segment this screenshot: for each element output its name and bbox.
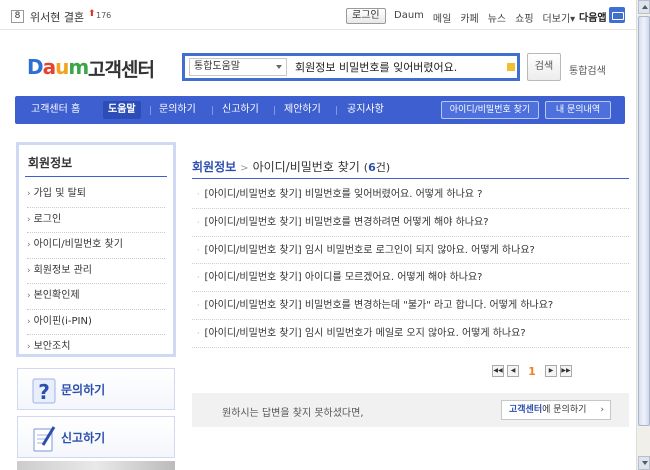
help-footer-text: 원하시는 답변을 찾지 못하셨다면, bbox=[222, 408, 364, 419]
bullet-icon: · bbox=[197, 245, 200, 255]
faq-item[interactable]: · [아이디/비밀번호 찾기] 아이디를 모르겠어요. 어떻게 해야 하나요? bbox=[192, 264, 629, 293]
top-link-cafe[interactable]: 카페 bbox=[460, 10, 478, 25]
chevron-down-icon bbox=[276, 65, 282, 69]
customer-center-title[interactable]: 고객센터 bbox=[88, 55, 155, 82]
breadcrumb-parent[interactable]: 회원정보 bbox=[192, 160, 236, 174]
sidebar-title: 회원정보 bbox=[28, 156, 73, 170]
bullet-icon: · bbox=[197, 190, 200, 199]
divider bbox=[25, 176, 167, 177]
chevron-right-icon: > bbox=[240, 163, 249, 174]
sidebar-item-security[interactable]: › 보안조치 bbox=[27, 335, 165, 361]
breadcrumb: 회원정보 > 아이디/비밀번호 찾기 (6건) bbox=[192, 158, 390, 175]
pencil-note-icon bbox=[33, 426, 56, 452]
top-link-news[interactable]: 뉴스 bbox=[488, 10, 506, 25]
sidebar-menu: 회원정보 › 가입 및 탈퇴 › 로그인 › 아이디/비밀번호 찾기 › 회원정보 관리… bbox=[16, 142, 176, 357]
nav-divider bbox=[150, 106, 151, 115]
nav-home[interactable]: 고객센터 홈 bbox=[31, 96, 80, 124]
help-footer: 원하시는 답변을 찾지 못하셨다면, 고객센터에 문의하기 › bbox=[192, 393, 629, 427]
page-title: 아이디/비밀번호 찾기 bbox=[252, 160, 360, 174]
app-icon[interactable] bbox=[609, 7, 625, 23]
divider bbox=[192, 178, 629, 179]
login-button[interactable]: 로그인 bbox=[346, 8, 386, 24]
top-bar: 8 위서현 결혼 ⬆ 176 로그인 Daum 메일 카페 뉴스 쇼핑 더보기▾… bbox=[0, 0, 636, 30]
chevron-right-icon: › bbox=[27, 291, 31, 301]
sidebar-item-login[interactable]: › 로그인 bbox=[27, 208, 165, 233]
report-card[interactable]: 신고하기 bbox=[17, 416, 175, 458]
chevron-right-icon: › bbox=[600, 405, 604, 415]
search-form: 통합도움말 bbox=[182, 53, 520, 81]
inquiry-card-label: 문의하기 bbox=[61, 383, 106, 397]
chevron-right-icon: › bbox=[27, 316, 31, 327]
faq-item[interactable]: · [아이디/비밀번호 찾기] 임시 비밀번호로 로그인이 되지 않아요. 어떻게… bbox=[192, 237, 629, 265]
nav-divider bbox=[274, 106, 275, 115]
last-page-icon[interactable]: ▶▶ bbox=[560, 365, 572, 377]
faq-item[interactable]: · [아이디/비밀번호 찾기] 비밀번호를 변경하려면 어떻게 해야 하나요? bbox=[192, 209, 629, 237]
chevron-right-icon: › bbox=[27, 265, 31, 276]
faq-item[interactable]: · [아이디/비밀번호 찾기] 비밀번호를 변경하는데 "불가" 라고 합니다. … bbox=[192, 292, 629, 320]
bullet-icon: · bbox=[197, 217, 200, 227]
chevron-right-icon: › bbox=[27, 240, 31, 250]
sidebar-list: › 가입 및 탈퇴 › 로그인 › 아이디/비밀번호 찾기 › 회원정보 관리 › 본인확… bbox=[27, 182, 165, 361]
keyboard-toggle-icon[interactable] bbox=[507, 63, 515, 71]
find-id-password-button[interactable]: 아이디/비밀번호 찾기 bbox=[441, 101, 539, 119]
nav-notice[interactable]: 공지사항 bbox=[347, 96, 384, 124]
chevron-right-icon: › bbox=[27, 342, 31, 352]
bullet-icon: · bbox=[197, 328, 200, 338]
sidebar-item-join-leave[interactable]: › 가입 및 탈퇴 bbox=[27, 182, 165, 208]
daum-logo[interactable]: Daum bbox=[27, 55, 89, 79]
top-link-more[interactable]: 더보기▾ bbox=[543, 10, 576, 25]
search-button[interactable]: 검색 bbox=[527, 53, 561, 81]
scroll-thumb[interactable] bbox=[638, 16, 650, 426]
main-nav: 고객센터 홈 도움말 문의하기 신고하기 제안하기 공지사항 아이디/비밀번호 … bbox=[15, 96, 625, 124]
search-input[interactable] bbox=[295, 58, 505, 76]
chevron-right-icon: › bbox=[27, 189, 31, 199]
scroll-down-icon[interactable] bbox=[638, 456, 650, 470]
top-nav: Daum 메일 카페 뉴스 쇼핑 더보기▾ bbox=[394, 10, 575, 25]
unified-search-link[interactable]: 통합검색 bbox=[569, 62, 606, 77]
nav-help[interactable]: 도움말 bbox=[103, 101, 141, 119]
prev-page-icon[interactable]: ◀ bbox=[507, 365, 519, 377]
sidebar-item-member-info[interactable]: › 회원정보 관리 bbox=[27, 259, 165, 284]
faq-item[interactable]: · [아이디/비밀번호 찾기] 임시 비밀번호가 메일로 오지 않아요. 어떻게 … bbox=[192, 320, 629, 348]
nav-divider bbox=[212, 106, 213, 115]
nav-inquiry[interactable]: 문의하기 bbox=[159, 96, 196, 124]
pagination: ◀◀ ◀ 1 ▶ ▶▶ bbox=[492, 364, 572, 378]
bullet-icon: · bbox=[197, 301, 200, 311]
result-count: (6건) bbox=[363, 161, 391, 174]
next-page-icon[interactable]: ▶ bbox=[545, 365, 557, 377]
scroll-up-icon[interactable] bbox=[638, 0, 650, 14]
nav-report[interactable]: 신고하기 bbox=[222, 96, 259, 124]
trend-keyword-link[interactable]: 위서현 결혼 bbox=[30, 9, 84, 25]
trend-count: 176 bbox=[96, 11, 112, 20]
vertical-scrollbar[interactable] bbox=[636, 0, 650, 470]
chevron-right-icon: › bbox=[27, 214, 31, 225]
top-link-mail[interactable]: 메일 bbox=[433, 10, 451, 25]
sidebar-item-ipin[interactable]: › 아이핀(i-PIN) bbox=[27, 310, 165, 335]
banner-strip bbox=[17, 461, 175, 470]
inquiry-card[interactable]: ? 문의하기 bbox=[17, 368, 175, 410]
page-number-current[interactable]: 1 bbox=[522, 365, 542, 378]
contact-center-button[interactable]: 고객센터에 문의하기 › bbox=[501, 400, 611, 420]
report-card-label: 신고하기 bbox=[61, 431, 106, 445]
top-link-daum[interactable]: Daum bbox=[394, 10, 424, 25]
faq-item[interactable]: · [아이디/비밀번호 찾기] 비밀번호를 잊어버렸어요. 어떻게 하나요 ? bbox=[192, 181, 629, 209]
sidebar-item-identity-check[interactable]: › 본인확인제 bbox=[27, 284, 165, 310]
sidebar-item-find-id-password[interactable]: › 아이디/비밀번호 찾기 bbox=[27, 233, 165, 259]
nav-suggest[interactable]: 제안하기 bbox=[284, 96, 321, 124]
bullet-icon: · bbox=[197, 273, 200, 283]
search-scope-select[interactable]: 통합도움말 bbox=[189, 58, 287, 76]
daum-app-link[interactable]: 다음앱 bbox=[579, 9, 607, 24]
first-page-icon[interactable]: ◀◀ bbox=[492, 365, 504, 377]
faq-list: · [아이디/비밀번호 찾기] 비밀번호를 잊어버렸어요. 어떻게 하나요 ? ·… bbox=[192, 181, 629, 348]
my-inquiries-button[interactable]: 내 문의내역 bbox=[545, 101, 611, 119]
trend-up-icon: ⬆ bbox=[88, 9, 96, 19]
question-icon: ? bbox=[32, 378, 56, 404]
svg-text:?: ? bbox=[38, 380, 50, 404]
top-link-shopping[interactable]: 쇼핑 bbox=[515, 10, 533, 25]
trend-rank-number: 8 bbox=[11, 10, 24, 23]
nav-divider bbox=[336, 106, 337, 115]
